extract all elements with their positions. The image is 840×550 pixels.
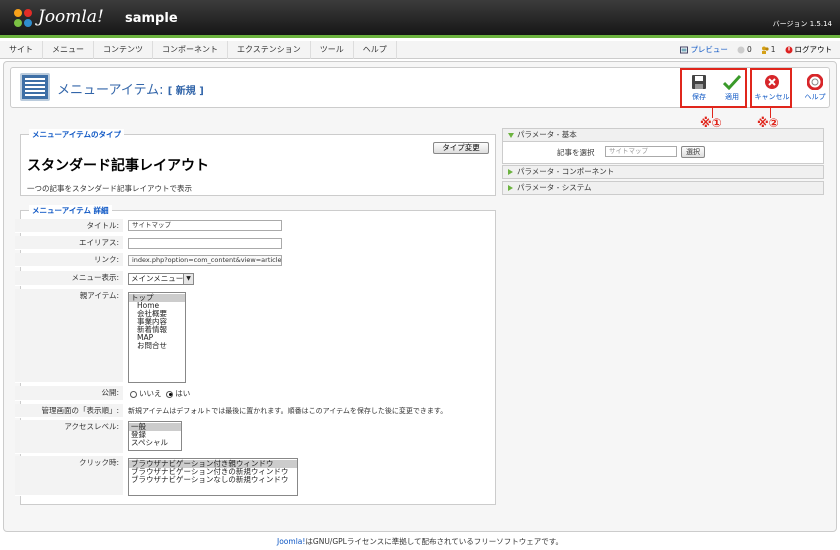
params-basic-title: パラメータ - 基本 xyxy=(517,130,577,139)
menu-type-description: 一つの記事をスタンダード記事レイアウトで表示 xyxy=(27,184,192,193)
main-menu-bar: サイト メニュー コンテンツ コンポーネント エクステンション ツール ヘルプ … xyxy=(0,41,840,59)
callout-save-apply xyxy=(680,68,747,108)
site-name: sample xyxy=(125,11,178,26)
published-yes-label: はい xyxy=(175,389,191,398)
menu-type-section: メニューアイテムのタイプ タイプ変更 スタンダード記事レイアウト 一つの記事をス… xyxy=(20,129,496,196)
link-label: リンク: xyxy=(15,253,123,267)
footer-joomla-link[interactable]: Joomla! xyxy=(277,537,305,546)
article-select-button[interactable]: 選択 xyxy=(681,146,705,158)
params-system-header[interactable]: パラメータ - システム xyxy=(502,181,824,195)
messages-count: 0 xyxy=(746,45,752,54)
click-label: クリック時: xyxy=(15,456,123,496)
menu-label: メニュー表示: xyxy=(15,271,123,286)
published-no-label: いいえ xyxy=(139,389,162,398)
top-header: Joomla! sample バージョン 1.5.14 xyxy=(0,0,840,38)
menu-select-value: メインメニュー xyxy=(131,274,184,283)
status-area: プレビュー 0 1 ログアウト xyxy=(680,41,832,59)
menu-item-icon xyxy=(20,73,50,101)
access-option[interactable]: スペシャル xyxy=(129,439,181,447)
parent-listbox[interactable]: トップ Home 会社概要 事業内容 新着情報 MAP お問合せ xyxy=(128,292,186,383)
menu-select[interactable]: メインメニュー ▼ xyxy=(128,273,194,285)
version-label: バージョン 1.5.14 xyxy=(772,20,832,28)
logout-link[interactable]: ログアウト xyxy=(785,41,833,59)
alias-label: エイリアス: xyxy=(15,236,123,250)
footer-text: はGNU/GPLライセンスに準拠して配布されているフリーソフトウェアです。 xyxy=(305,537,563,546)
parent-option[interactable]: お問合せ xyxy=(129,342,185,350)
page-title-sub: [ 新規 ] xyxy=(167,86,204,97)
menu-tools[interactable]: ツール xyxy=(311,41,354,59)
messages-counter[interactable]: 0 xyxy=(737,41,752,59)
menu-type-name: スタンダード記事レイアウト xyxy=(27,158,209,174)
order-text: 新規アイテムはデフォルトでは最後に置かれます。順番はこのアイテムを保存した後に変… xyxy=(128,407,448,415)
menu-type-legend: メニューアイテムのタイプ xyxy=(29,129,124,140)
params-system-title: パラメータ - システム xyxy=(517,183,592,192)
change-type-button[interactable]: タイプ変更 xyxy=(433,142,489,154)
users-icon xyxy=(761,46,769,54)
link-input[interactable]: index.php?option=com_content&view=articl… xyxy=(128,255,282,266)
users-count: 1 xyxy=(770,45,776,54)
users-counter[interactable]: 1 xyxy=(761,41,776,59)
logout-icon xyxy=(785,46,792,54)
params-basic-header[interactable]: パラメータ - 基本 xyxy=(502,128,824,142)
access-listbox[interactable]: 一般 登録 スペシャル xyxy=(128,421,182,451)
click-option[interactable]: ブラウザナビゲーションなしの新規ウィンドウ xyxy=(129,476,297,484)
messages-icon xyxy=(737,46,745,54)
logo-text: Joomla! xyxy=(38,7,104,27)
expand-arrow-icon xyxy=(508,133,514,138)
published-label: 公開: xyxy=(15,386,123,401)
logout-label: ログアウト xyxy=(794,45,833,54)
page-title: メニューアイテム: [ 新規 ] xyxy=(57,79,204,98)
collapse-arrow-icon xyxy=(508,185,513,191)
article-select-label: 記事を選択 xyxy=(557,148,595,157)
menu-site[interactable]: サイト xyxy=(0,41,43,59)
published-radios: いいえ はい xyxy=(130,388,190,399)
chevron-down-icon: ▼ xyxy=(183,274,193,284)
title-label: タイトル: xyxy=(15,219,123,233)
preview-label: プレビュー xyxy=(690,45,728,54)
access-label: アクセスレベル: xyxy=(15,420,123,454)
menu-extensions[interactable]: エクステンション xyxy=(228,41,311,59)
preview-icon xyxy=(680,46,689,54)
menu-menus[interactable]: メニュー xyxy=(43,41,94,59)
params-component-header[interactable]: パラメータ - コンポーネント xyxy=(502,165,824,179)
alias-input[interactable] xyxy=(128,238,282,249)
menu-content[interactable]: コンテンツ xyxy=(94,41,153,59)
menu-details-legend: メニューアイテム 詳細 xyxy=(29,205,112,216)
menu-components[interactable]: コンポーネント xyxy=(153,41,228,59)
callout-cancel xyxy=(750,68,792,108)
params-component-title: パラメータ - コンポーネント xyxy=(517,167,615,176)
published-no-radio[interactable] xyxy=(130,390,137,398)
collapse-arrow-icon xyxy=(508,169,513,175)
article-select-input[interactable]: サイトマップ xyxy=(605,146,677,157)
preview-link[interactable]: プレビュー xyxy=(680,41,728,59)
joomla-logo-icon xyxy=(14,9,32,27)
parent-label: 親アイテム: xyxy=(15,289,123,383)
published-yes-radio[interactable] xyxy=(166,390,174,398)
click-listbox[interactable]: ブラウザナビゲーション付き親ウィンドウ ブラウザナビゲーション付きの新規ウィンド… xyxy=(128,458,298,496)
order-label: 管理画面の「表示順」: xyxy=(15,404,123,418)
page-title-main: メニューアイテム: xyxy=(57,83,164,98)
title-input[interactable]: サイトマップ xyxy=(128,220,282,231)
menu-help[interactable]: ヘルプ xyxy=(354,41,397,59)
help-label: ヘルプ xyxy=(804,93,826,101)
help-button[interactable]: ヘルプ xyxy=(797,74,833,106)
lifebuoy-icon xyxy=(807,74,823,90)
footer: Joomla!はGNU/GPLライセンスに準拠して配布されているフリーソフトウェ… xyxy=(0,536,840,547)
